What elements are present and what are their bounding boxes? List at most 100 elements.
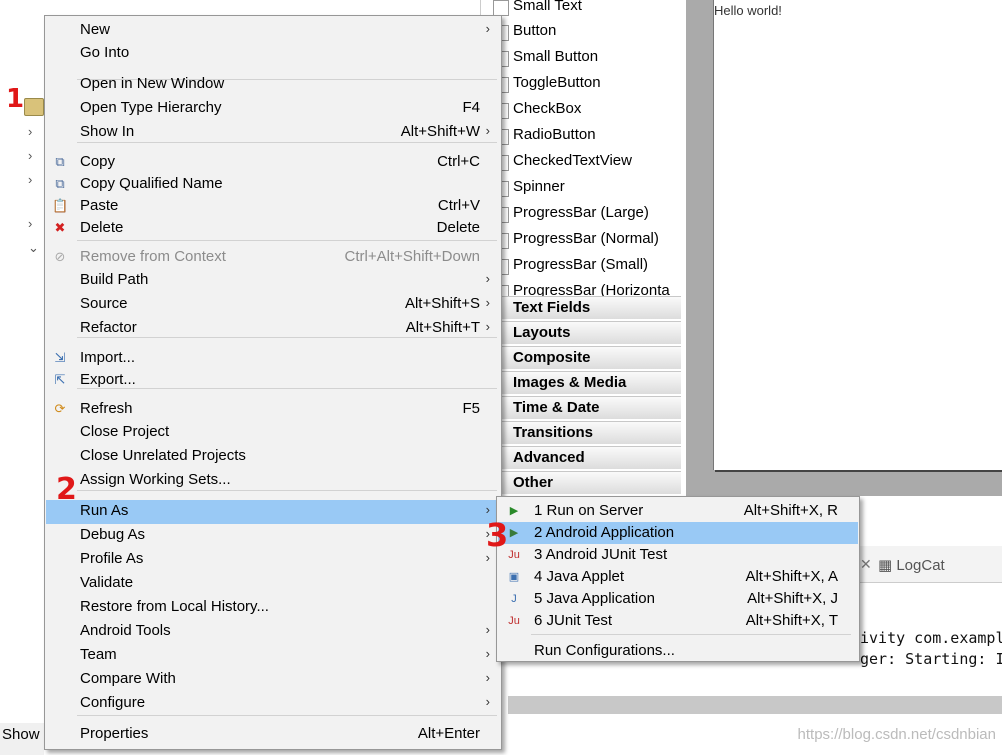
menu-item-compare-with[interactable]: Compare With ›	[46, 668, 500, 692]
delete-icon: ✖	[54, 220, 66, 235]
palette-item[interactable]: ProgressBar (Normal)	[513, 230, 659, 247]
palette-item[interactable]: CheckBox	[513, 100, 581, 117]
menu-item-profile-as[interactable]: Profile As ›	[46, 548, 500, 572]
paste-icon: 📋	[52, 198, 69, 213]
submenu-item-4-java-applet[interactable]: ▣ 4 Java Applet Alt+Shift+X, A	[498, 566, 858, 588]
menu-item-label: Properties	[80, 725, 149, 742]
menu-item-paste[interactable]: 📋 Paste Ctrl+V	[46, 195, 500, 219]
palette-item[interactable]: RadioButton	[513, 126, 596, 143]
palette-category[interactable]: Images & Media	[501, 371, 681, 394]
menu-item-open-in-new-window[interactable]: Open in New Window	[46, 73, 500, 97]
menu-item-debug-as[interactable]: Debug As ›	[46, 524, 500, 548]
menu-item-new[interactable]: New ›	[46, 19, 500, 43]
menu-item-delete[interactable]: ✖ Delete Delete	[46, 217, 500, 241]
annotation-1: 1	[6, 84, 25, 114]
watermark: https://blog.csdn.net/csdnbian	[797, 726, 996, 743]
menu-item-run-as[interactable]: Run As ›	[46, 500, 500, 524]
palette-category[interactable]: Text Fields	[501, 296, 681, 319]
menu-item-restore-from-local-history[interactable]: Restore from Local History...	[46, 596, 500, 620]
submenu-item-2-android-application[interactable]: ▶ 2 Android Application	[498, 522, 858, 544]
palette-item[interactable]: ProgressBar (Small)	[513, 256, 648, 273]
menu-item-label: Debug As	[80, 526, 146, 543]
submenu-arrow-icon: ›	[485, 21, 490, 36]
menu-item-label: Build Path	[80, 271, 149, 288]
tree-collapse-icon[interactable]: ⌄	[28, 240, 39, 256]
palette-category[interactable]: Advanced	[501, 446, 681, 469]
palette-item[interactable]: ToggleButton	[513, 74, 601, 91]
palette-item[interactable]: Button	[513, 22, 556, 39]
palette-item[interactable]: CheckedTextView	[513, 152, 632, 169]
submenu-item-shortcut: Alt+Shift+X, R	[743, 502, 838, 519]
menu-item-team[interactable]: Team ›	[46, 644, 500, 668]
menu-item-show-in[interactable]: Show In Alt+Shift+W ›	[46, 121, 500, 145]
tree-expand-icon[interactable]: ›	[28, 216, 32, 231]
submenu-item-shortcut: Alt+Shift+X, T	[745, 612, 838, 629]
submenu-item-3-android-junit-test[interactable]: Ju 3 Android JUnit Test	[498, 544, 858, 566]
menu-item-label: Source	[80, 295, 128, 312]
menu-item-close-project[interactable]: Close Project	[46, 421, 500, 445]
logcat-tab-label: LogCat	[896, 557, 945, 574]
device-preview: Hello world!	[713, 0, 1002, 470]
submenu-item-5-java-application[interactable]: J 5 Java Application Alt+Shift+X, J	[498, 588, 858, 610]
tree-expand-icon[interactable]: ›	[28, 148, 32, 163]
menu-item-configure[interactable]: Configure ›	[46, 692, 500, 716]
submenu-arrow-icon: ›	[485, 319, 490, 334]
submenu-item-label: 6 JUnit Test	[534, 612, 613, 629]
tree-expand-icon[interactable]: ›	[28, 172, 32, 187]
palette-item[interactable]: ProgressBar (Large)	[513, 204, 649, 221]
submenu-item-1-run-on-server[interactable]: ▶ 1 Run on Server Alt+Shift+X, R	[498, 500, 858, 522]
menu-item-source[interactable]: Source Alt+Shift+S ›	[46, 293, 500, 317]
menu-item-shortcut: Alt+Shift+S	[404, 295, 480, 312]
menu-item-import[interactable]: ⇲ Import...	[46, 347, 500, 371]
menu-item-refresh[interactable]: ⟳ Refresh F5	[46, 398, 500, 422]
palette-item[interactable]: Small Text	[513, 0, 582, 14]
horizontal-scrollbar[interactable]	[508, 696, 1002, 714]
submenu-item-run-configurations[interactable]: Run Configurations...	[498, 640, 858, 662]
import-icon: ⇲	[54, 350, 66, 365]
palette-item[interactable]: Spinner	[513, 178, 565, 195]
project-folder-icon[interactable]	[24, 98, 44, 116]
refresh-icon: ⟳	[54, 401, 66, 416]
android-junit-icon: Ju	[508, 549, 520, 561]
submenu-item-label: 1 Run on Server	[534, 502, 644, 519]
menu-item-label: Configure	[80, 694, 146, 711]
menu-item-label: Refactor	[80, 319, 137, 336]
palette-item[interactable]: Small Button	[513, 48, 598, 65]
copy-qualified-icon: ⧉	[55, 176, 65, 191]
tab-logcat[interactable]: ▦ LogCat	[878, 556, 945, 574]
run-as-submenu: ▶ 1 Run on Server Alt+Shift+X, R ▶ 2 Android…	[496, 496, 860, 662]
hello-world-text: Hello world!	[714, 3, 782, 18]
menu-item-build-path[interactable]: Build Path ›	[46, 269, 500, 293]
menu-item-assign-working-sets[interactable]: Assign Working Sets...	[46, 469, 500, 493]
submenu-item-shortcut: Alt+Shift+X, J	[747, 590, 838, 607]
palette-category[interactable]: Transitions	[501, 421, 681, 444]
submenu-arrow-icon: ›	[485, 622, 490, 637]
palette-category[interactable]: Layouts	[501, 321, 681, 344]
close-tab-icon[interactable]: ✕	[860, 556, 872, 573]
menu-item-copy-qualified-name[interactable]: ⧉ Copy Qualified Name	[46, 173, 500, 197]
menu-separator	[531, 634, 851, 635]
menu-item-remove-from-context[interactable]: ⊘ Remove from Context Ctrl+Alt+Shift+Down	[46, 246, 500, 270]
palette-category[interactable]: Composite	[501, 346, 681, 369]
annotation-3: 3	[486, 516, 509, 554]
menu-item-go-into[interactable]: Go Into	[46, 42, 500, 66]
tree-expand-icon[interactable]: ›	[28, 124, 32, 139]
submenu-item-label: 4 Java Applet	[534, 568, 625, 585]
palette-category[interactable]: Time & Date	[501, 396, 681, 419]
menu-item-refactor[interactable]: Refactor Alt+Shift+T ›	[46, 317, 500, 341]
menu-item-copy[interactable]: ⧉ Copy Ctrl+C	[46, 151, 500, 175]
submenu-arrow-icon: ›	[485, 694, 490, 709]
menu-item-properties[interactable]: Properties Alt+Enter	[46, 723, 500, 747]
submenu-item-label: 2 Android Application	[534, 524, 675, 541]
menu-item-label: Compare With	[80, 670, 176, 687]
menu-item-open-type-hierarchy[interactable]: Open Type Hierarchy F4	[46, 97, 500, 121]
menu-item-validate[interactable]: Validate	[46, 572, 500, 596]
submenu-item-6-junit-test[interactable]: Ju 6 JUnit Test Alt+Shift+X, T	[498, 610, 858, 632]
menu-item-android-tools[interactable]: Android Tools ›	[46, 620, 500, 644]
palette-category[interactable]: Other	[501, 471, 681, 494]
menu-item-label: Remove from Context	[80, 248, 226, 265]
menu-item-export[interactable]: ⇱ Export...	[46, 369, 500, 393]
menu-item-shortcut: F5	[462, 400, 480, 417]
menu-item-shortcut: Alt+Enter	[417, 725, 480, 742]
menu-item-close-unrelated-projects[interactable]: Close Unrelated Projects	[46, 445, 500, 469]
